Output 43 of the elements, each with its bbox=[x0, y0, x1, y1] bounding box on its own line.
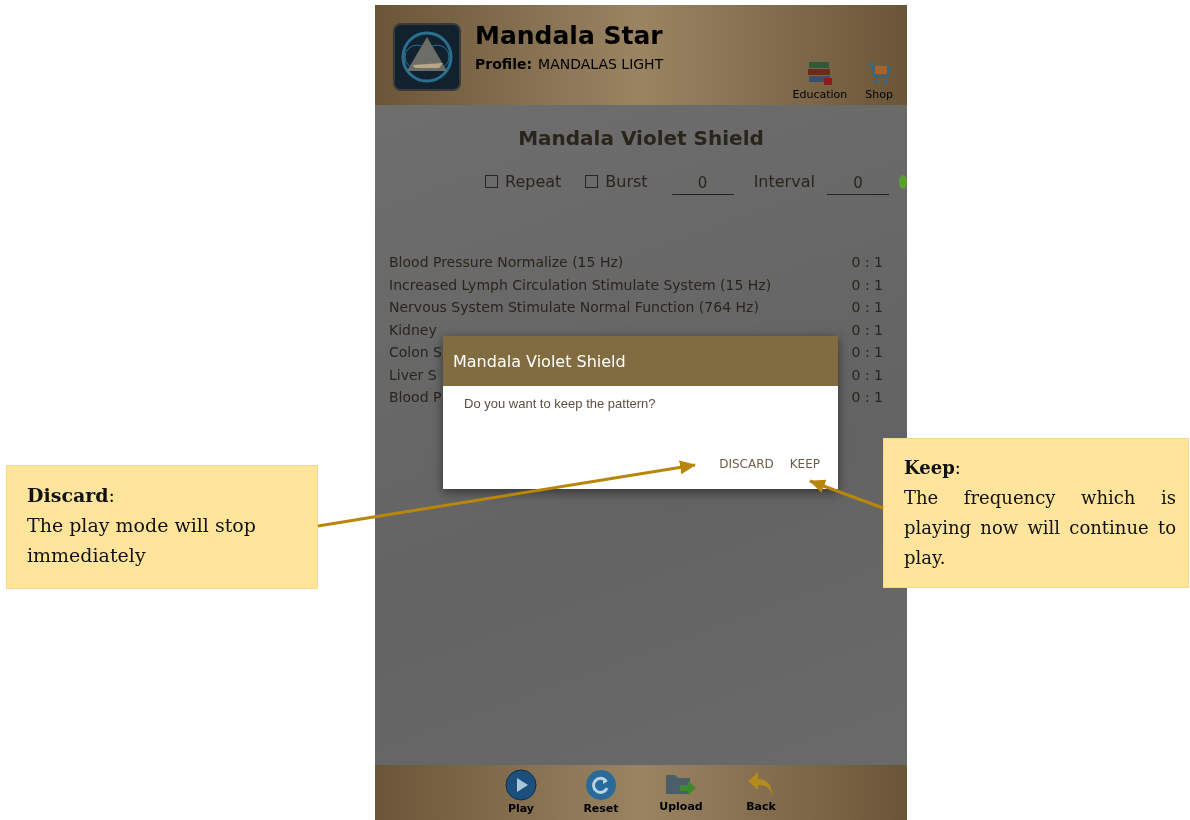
frequency-ratio: 0 : 1 bbox=[851, 366, 883, 383]
dialog-title: Mandala Violet Shield bbox=[443, 336, 838, 386]
refresh-icon bbox=[585, 769, 617, 801]
profile-label: Profile: bbox=[475, 56, 533, 72]
toolbar-button[interactable]: Back bbox=[741, 769, 781, 820]
play-icon bbox=[505, 769, 537, 801]
option-label: Repeat bbox=[505, 172, 562, 191]
option-label: Burst bbox=[605, 172, 648, 191]
status-dot bbox=[898, 174, 907, 189]
toolbar-button[interactable]: Play bbox=[501, 769, 541, 820]
frequency-ratio: 0 : 1 bbox=[851, 344, 883, 361]
app-logo bbox=[393, 23, 461, 91]
cart-icon bbox=[866, 60, 893, 86]
frequency-ratio: 0 : 1 bbox=[851, 321, 883, 338]
program-title: Mandala Violet Shield bbox=[517, 125, 765, 150]
books-icon bbox=[805, 60, 834, 86]
dialog-message: Do you want to keep the pattern? bbox=[464, 396, 657, 411]
toolbar-button[interactable]: Shop bbox=[865, 60, 893, 101]
toolbar-button[interactable]: Reset bbox=[581, 769, 621, 820]
frequency-ratio: 0 : 1 bbox=[851, 276, 883, 293]
frequency-name: Increased Lymph Circulation Stimulate System (15 Hz) bbox=[389, 276, 772, 293]
callout-heading: Keep: bbox=[904, 456, 962, 480]
app-title: Mandala Star bbox=[475, 21, 664, 50]
checkbox[interactable] bbox=[485, 175, 498, 188]
callout-text: The play mode will stop immediately bbox=[27, 513, 257, 568]
profile-name: MANDALAS LIGHT bbox=[538, 56, 664, 72]
frequency-ratio: 0 : 1 bbox=[851, 389, 883, 406]
checkbox[interactable] bbox=[585, 175, 599, 188]
toolbar-button[interactable]: Upload bbox=[661, 769, 701, 820]
frequency-name: Colon S bbox=[389, 344, 442, 361]
callout-text: The frequency which is playing now will continue to play. bbox=[904, 486, 1176, 570]
callout-heading: Discard: bbox=[27, 483, 116, 508]
frequency-name: Kidney bbox=[389, 321, 437, 338]
toolbar-button[interactable]: Education bbox=[792, 60, 848, 101]
frequency-name: Blood Pressure Normalize (15 Hz) bbox=[389, 254, 624, 271]
frequency-name: Blood P bbox=[389, 389, 442, 406]
interval-label: Interval bbox=[753, 172, 815, 191]
frequency-name: Nervous System Stimulate Normal Function (764 Hz) bbox=[389, 299, 759, 316]
input-field[interactable]: 0 bbox=[671, 172, 734, 195]
frequency-name: Liver S bbox=[389, 366, 437, 383]
frequency-ratio: 0 : 1 bbox=[851, 254, 883, 271]
interval-field[interactable]: 0 bbox=[826, 172, 889, 195]
frequency-ratio: 0 : 1 bbox=[851, 299, 883, 316]
